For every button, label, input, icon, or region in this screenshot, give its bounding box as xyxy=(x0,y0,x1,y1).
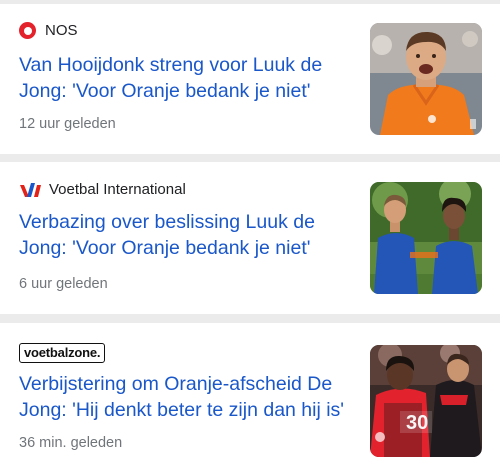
news-card[interactable]: Voetbal International Verbazing over bes… xyxy=(0,162,500,314)
source-name: Voetbal International xyxy=(49,181,186,198)
article-thumbnail[interactable] xyxy=(370,23,482,135)
news-card[interactable]: NOS Van Hooijdonk streng voor Luuk de Jo… xyxy=(0,4,500,154)
timestamp: 12 uur geleden xyxy=(19,116,116,132)
voetbalzone-logo: voetbalzone. xyxy=(19,343,106,363)
source-name: NOS xyxy=(45,22,78,39)
svg-text:30: 30 xyxy=(406,412,428,434)
article-thumbnail[interactable]: 30 xyxy=(370,345,482,457)
vi-logo-icon xyxy=(20,182,41,197)
source: voetbalzone. xyxy=(19,343,106,363)
timestamp: 36 min. geleden xyxy=(19,435,123,451)
players-training-image xyxy=(370,182,482,294)
timestamp: 6 uur geleden xyxy=(19,276,108,292)
source: NOS xyxy=(19,22,78,39)
headline-link[interactable]: Verbijstering om Oranje-afscheid De Jong… xyxy=(19,371,359,423)
psv-players-celebrating-image: 30 xyxy=(370,345,482,457)
nos-logo-icon xyxy=(19,22,36,39)
article-thumbnail[interactable] xyxy=(370,182,482,294)
news-card[interactable]: voetbalzone. Verbijstering om Oranje-afs… xyxy=(0,323,500,475)
headline-link[interactable]: Van Hooijdonk streng voor Luuk de Jong: … xyxy=(19,52,359,104)
headline-link[interactable]: Verbazing over beslissing Luuk de Jong: … xyxy=(19,209,359,261)
source: Voetbal International xyxy=(19,181,186,198)
player-celebrating-image xyxy=(370,23,482,135)
